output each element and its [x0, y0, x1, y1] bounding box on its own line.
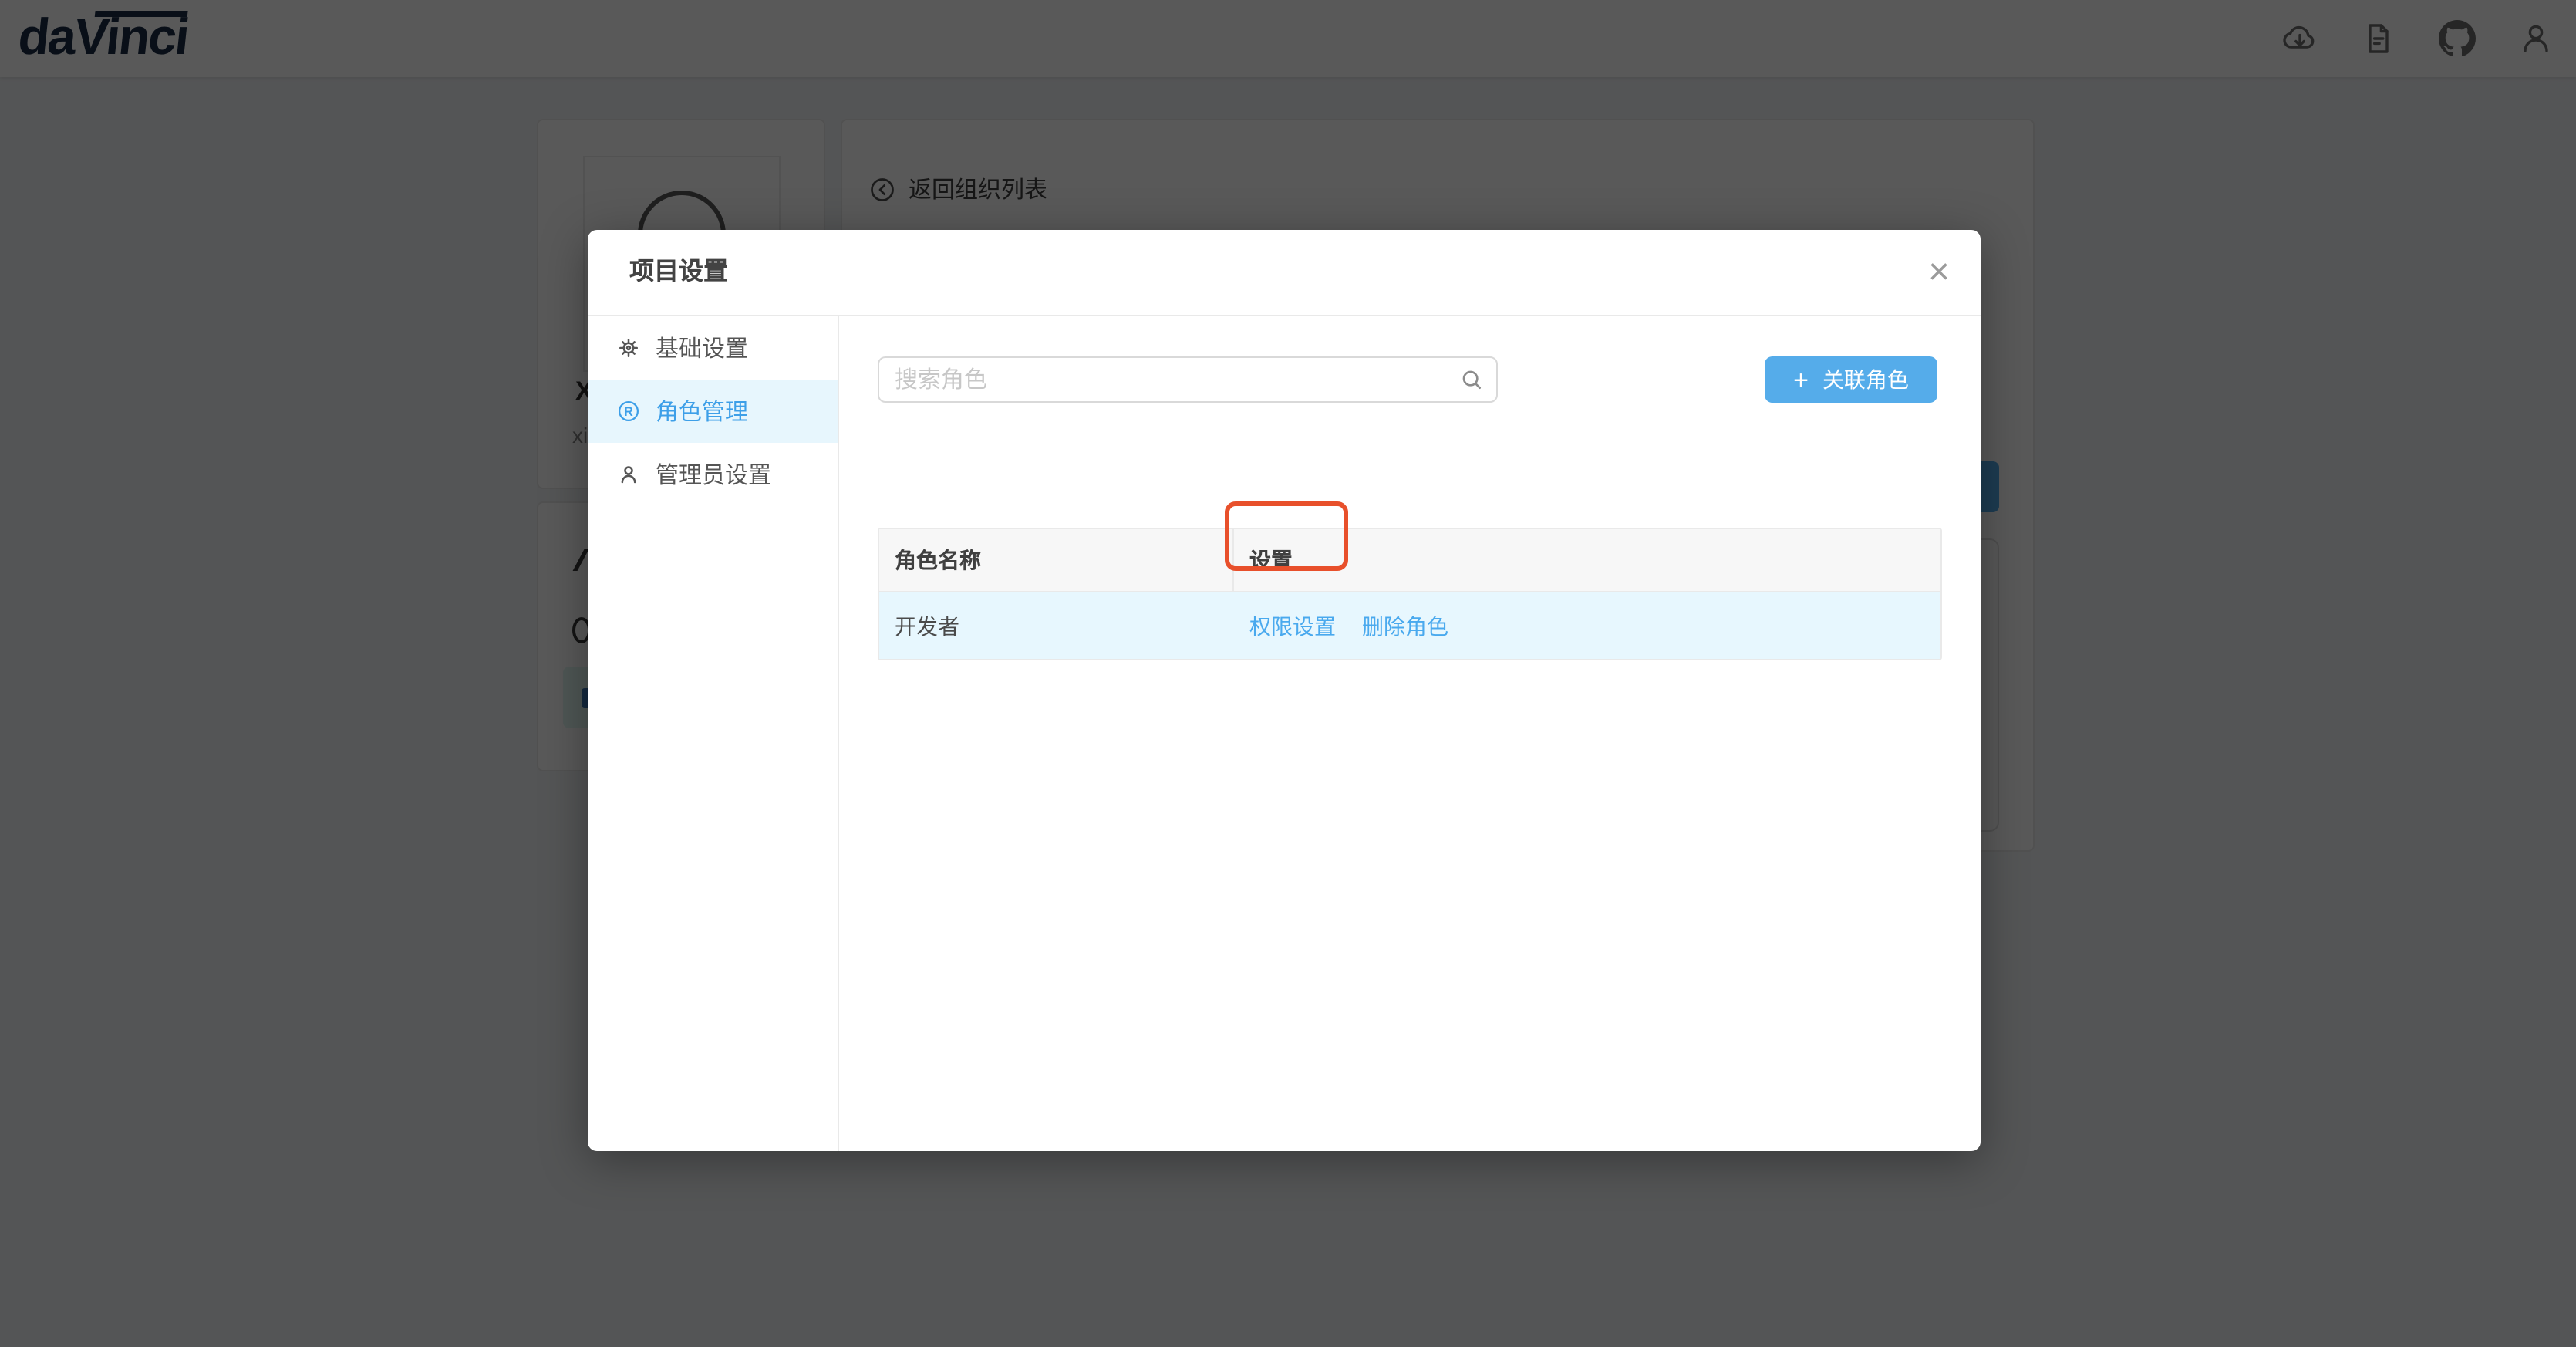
permission-settings-link[interactable]: 权限设置 [1249, 610, 1336, 641]
modal-header: 项目设置 × [588, 230, 1981, 316]
modal-sidebar: 基础设置 R 角色管理 管理员设置 [588, 316, 839, 1151]
role-name-cell: 开发者 [879, 592, 1234, 659]
delete-role-link[interactable]: 删除角色 [1362, 610, 1448, 641]
column-role-name: 角色名称 [879, 529, 1234, 591]
plus-icon: + [1793, 366, 1809, 393]
sidebar-item-role-management[interactable]: R 角色管理 [588, 380, 838, 443]
project-settings-modal: 项目设置 × 基础设置 R 角色管理 [588, 230, 1981, 1151]
sidebar-item-label: 基础设置 [656, 332, 748, 364]
sidebar-item-basic-settings[interactable]: 基础设置 [588, 316, 838, 380]
sidebar-item-label: 角色管理 [656, 395, 748, 427]
associate-role-button[interactable]: + 关联角色 [1765, 356, 1937, 403]
search-role-input[interactable] [878, 356, 1498, 403]
screen: daVinci [0, 0, 2576, 1347]
modal-title: 项目设置 [629, 230, 728, 316]
close-icon[interactable]: × [1913, 247, 1965, 299]
role-table: 角色名称 设置 开发者 权限设置 删除角色 [878, 528, 1942, 660]
gear-icon [617, 336, 640, 360]
modal-body: 基础设置 R 角色管理 管理员设置 [588, 316, 1981, 1151]
column-settings: 设置 [1234, 529, 1940, 591]
role-management-panel: + 关联角色 角色名称 设置 开发者 权限设置 删除角色 [839, 316, 1981, 1151]
table-row: 开发者 权限设置 删除角色 [879, 592, 1940, 659]
sidebar-item-admin-settings[interactable]: 管理员设置 [588, 443, 838, 506]
search-role-field [878, 356, 1498, 403]
sidebar-item-label: 管理员设置 [656, 458, 771, 491]
associate-role-label: 关联角色 [1822, 364, 1909, 395]
admin-user-icon [617, 463, 640, 486]
search-icon[interactable] [1459, 367, 1484, 392]
role-actions-cell: 权限设置 删除角色 [1234, 592, 1940, 659]
svg-text:R: R [624, 405, 633, 419]
registered-icon: R [617, 400, 640, 423]
role-table-header: 角色名称 设置 [879, 529, 1940, 592]
